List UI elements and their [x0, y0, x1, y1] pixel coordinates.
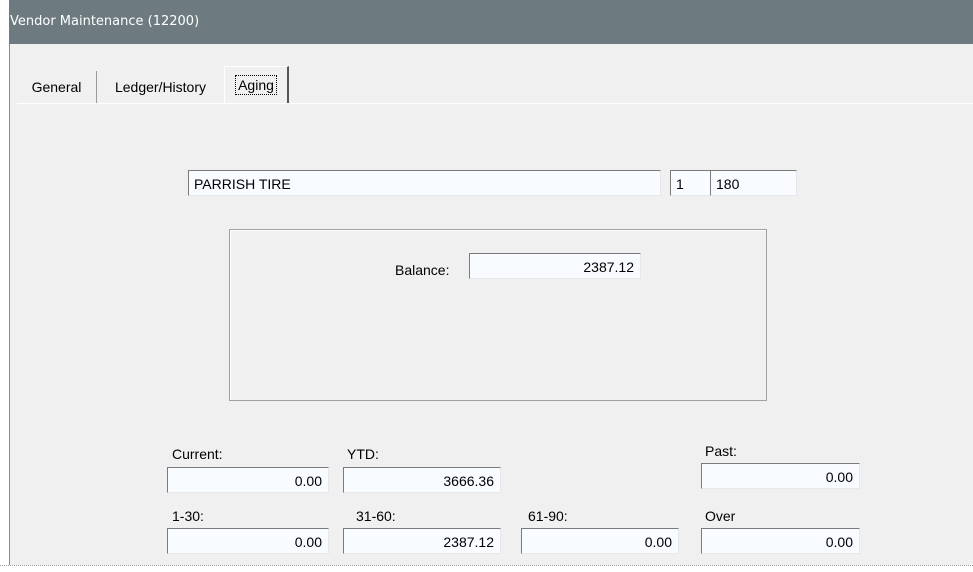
- ytd-field[interactable]: 3666.36: [343, 467, 501, 493]
- balance-field[interactable]: 2387.12: [469, 253, 641, 279]
- past-label: Past:: [705, 443, 737, 459]
- balance-label: Balance:: [395, 262, 450, 278]
- ytd-label: YTD:: [347, 446, 379, 462]
- aging-1-30-field[interactable]: 0.00: [167, 528, 329, 554]
- vendor-number-field[interactable]: 180: [710, 170, 797, 196]
- tab-aging-label: Aging: [235, 75, 277, 95]
- aging-1-30-label: 1-30:: [172, 508, 204, 524]
- aging-31-60-field[interactable]: 2387.12: [343, 528, 501, 554]
- tab-general[interactable]: General: [18, 71, 95, 103]
- past-field[interactable]: 0.00: [701, 463, 860, 489]
- aging-61-90-label: 61-90:: [528, 508, 568, 524]
- current-field[interactable]: 0.00: [167, 467, 329, 493]
- aging-61-90-field[interactable]: 0.00: [521, 528, 679, 554]
- aging-over-field[interactable]: 0.00: [701, 528, 860, 554]
- title-bar[interactable]: Vendor Maintenance (12200): [9, 0, 973, 44]
- tab-strip-divider: [17, 103, 973, 104]
- tab-aging[interactable]: Aging: [224, 66, 289, 104]
- aging-over-label: Over: [705, 508, 736, 524]
- tab-ledger-history[interactable]: Ledger/History: [96, 71, 224, 103]
- window-title: Vendor Maintenance (12200): [10, 14, 200, 29]
- vendor-name-field[interactable]: PARRISH TIRE: [188, 170, 661, 196]
- current-label: Current:: [172, 446, 223, 462]
- aging-31-60-label: 31-60:: [356, 508, 396, 524]
- vendor-store-field[interactable]: 1: [670, 170, 715, 196]
